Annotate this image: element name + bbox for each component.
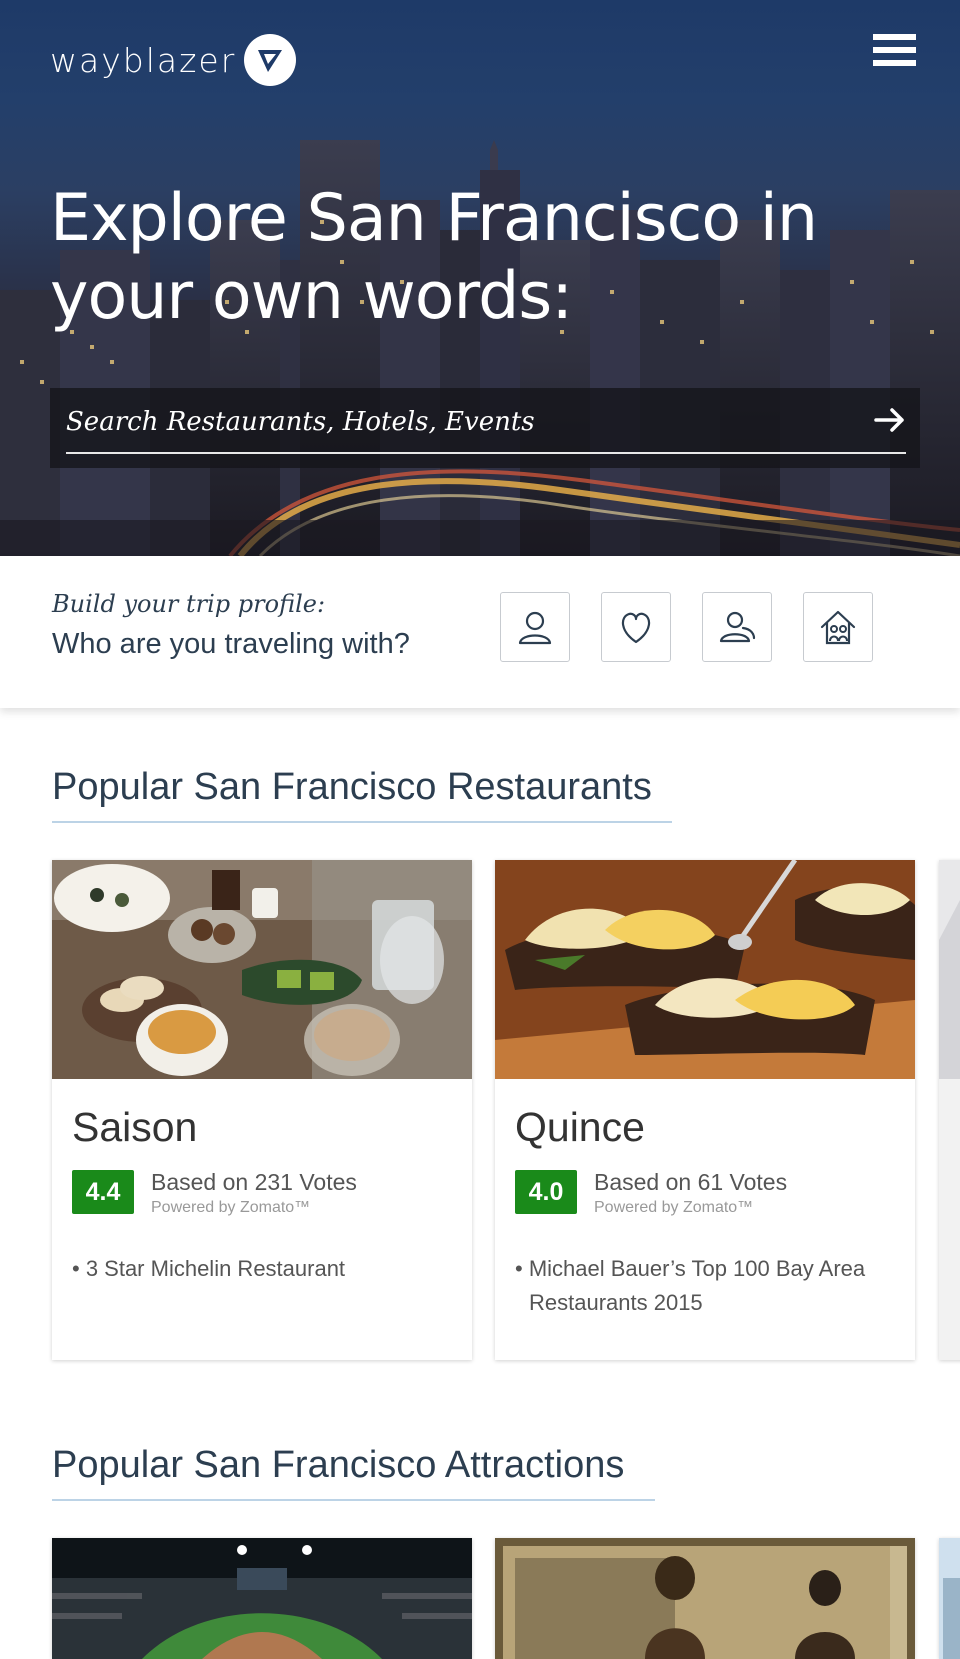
restaurant-photo xyxy=(52,860,472,1079)
attraction-card[interactable] xyxy=(52,1538,472,1659)
search-bar xyxy=(50,388,920,468)
votes-count: Based on 61 Votes xyxy=(594,1169,788,1195)
profile-subtitle: Build your trip profile: xyxy=(52,590,326,618)
hamburger-menu-icon[interactable] xyxy=(873,34,916,68)
section-underline xyxy=(52,821,672,823)
trip-profile-panel: Build your trip profile: Who are you tra… xyxy=(0,556,960,708)
powered-by-label: Powered by Zomato™ xyxy=(151,1199,311,1216)
rating-badge: 4.4 xyxy=(72,1170,134,1214)
votes-count: Based on 231 Votes xyxy=(151,1169,357,1195)
heart-icon xyxy=(621,612,651,644)
arrow-right-icon[interactable] xyxy=(872,402,908,438)
solo-traveler-button[interactable] xyxy=(500,592,570,662)
restaurant-name: Saison xyxy=(72,1104,198,1150)
restaurant-photo xyxy=(495,860,915,1079)
restaurant-highlight: • 3 Star Michelin Restaurant xyxy=(72,1256,346,1281)
family-home-icon xyxy=(820,610,856,645)
search-underline xyxy=(66,452,906,454)
person-icon xyxy=(518,611,552,645)
restaurants-section-title: Popular San Francisco Restaurants xyxy=(52,766,652,808)
rating-badge: 4.0 xyxy=(515,1170,577,1214)
attraction-card[interactable] xyxy=(495,1538,915,1659)
wayblazer-logo[interactable]: wayblazer xyxy=(50,34,297,86)
restaurant-card-peek[interactable] xyxy=(939,860,960,1360)
search-input[interactable] xyxy=(66,402,856,442)
ballpark-photo xyxy=(52,1538,472,1659)
section-underline xyxy=(52,1499,655,1501)
powered-by-label: Powered by Zomato™ xyxy=(594,1199,754,1216)
hero-banner: wayblazer Explore San Francisco in your … xyxy=(0,0,960,556)
attraction-card-peek[interactable] xyxy=(939,1538,960,1659)
profile-question: Who are you traveling with? xyxy=(52,628,410,660)
restaurant-highlight: • Michael Bauer’s Top 100 Bay Area Resta… xyxy=(515,1256,866,1315)
logo-text: wayblazer xyxy=(50,40,237,80)
attractions-section-title: Popular San Francisco Attractions xyxy=(52,1444,625,1486)
couple-button[interactable] xyxy=(601,592,671,662)
paper-plane-logo-icon xyxy=(244,34,297,86)
friends-button[interactable] xyxy=(702,592,772,662)
friends-icon xyxy=(719,611,756,643)
museum-statue-photo xyxy=(495,1538,915,1659)
hero-title: Explore San Francisco in your own words: xyxy=(50,181,818,334)
restaurant-card[interactable]: Quince 4.0 Based on 61 Votes Powered by … xyxy=(495,860,915,1360)
restaurant-card[interactable]: Saison 4.4 Based on 231 Votes Powered by… xyxy=(52,860,472,1360)
family-button[interactable] xyxy=(803,592,873,662)
restaurant-name: Quince xyxy=(515,1104,645,1150)
